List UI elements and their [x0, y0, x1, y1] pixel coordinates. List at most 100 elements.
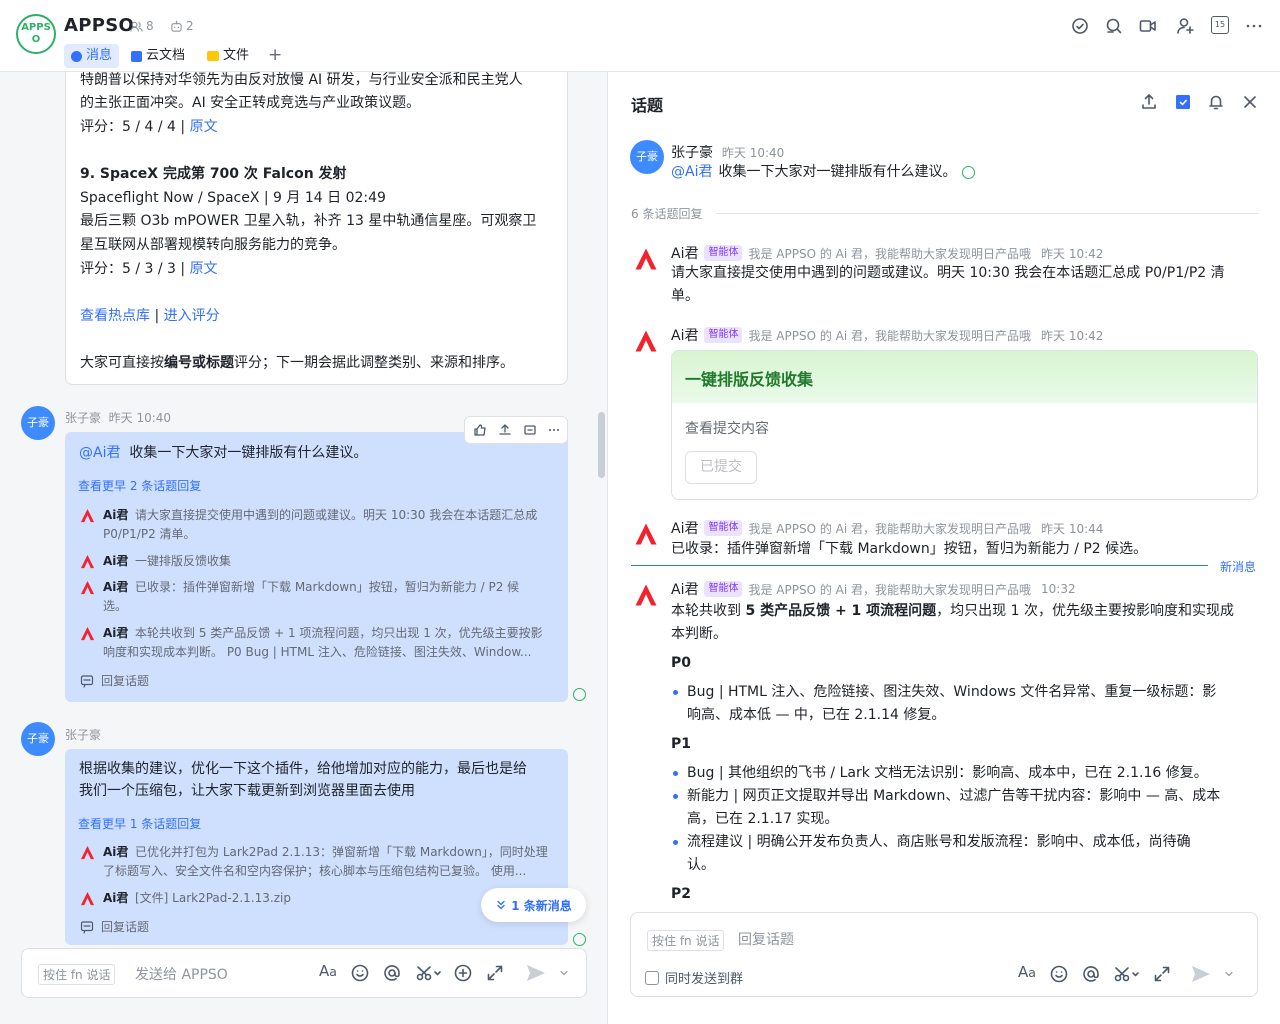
- ai-bot-icon: [634, 583, 658, 607]
- members-icon: [130, 21, 143, 32]
- close-icon[interactable]: [1241, 93, 1259, 111]
- timestamp: 昨天 10:42: [1041, 328, 1104, 343]
- tab-files[interactable]: 文件: [200, 44, 256, 68]
- chevron-down-icon[interactable]: [559, 968, 569, 978]
- evaluate-link[interactable]: 进入评分: [164, 308, 220, 324]
- bell-icon[interactable]: [1207, 93, 1225, 111]
- search-chat-icon[interactable]: [1104, 16, 1124, 36]
- add-tab-button[interactable]: +: [268, 45, 282, 65]
- composer-placeholder[interactable]: 回复话题: [738, 929, 794, 949]
- source-link[interactable]: 原文: [190, 261, 218, 277]
- reply-text: 了标题写入、安全文件名和空内容保护；核心脚本与压缩包结构已复验。 使用...: [103, 864, 527, 878]
- reply-topic-button[interactable]: 回复话题: [80, 672, 149, 689]
- bot-reply-header: Ai君 智能体 我是 APPSO 的 Ai 君，我能帮助大家发现明日产品哦 10:32: [671, 579, 1076, 599]
- sender-line: 张子豪 昨天 10:40: [671, 145, 785, 161]
- send-icon[interactable]: [525, 963, 547, 983]
- list-item: Bug | 其他组织的飞书 / Lark 文档无法识别：影响高、成本中，已在 2…: [671, 762, 1261, 785]
- group-title[interactable]: APPSO: [64, 15, 134, 36]
- screenshot-icon[interactable]: [415, 963, 443, 983]
- item-title: 9. SpaceX 完成第 700 次 Falcon 发射: [80, 166, 347, 182]
- message-text: 我们一个压缩包，让大家下载更新到浏览器里面去使用: [79, 783, 415, 799]
- new-message-pill[interactable]: 1 条新消息: [481, 888, 586, 922]
- more-icon[interactable]: [1244, 16, 1264, 36]
- ai-bot-icon: [634, 329, 658, 353]
- view-earlier-replies[interactable]: 查看更早 2 条话题回复: [78, 477, 201, 494]
- expand-icon[interactable]: [485, 963, 505, 983]
- view-earlier-replies[interactable]: 查看更早 1 条话题回复: [78, 815, 201, 832]
- card-footer: 大家可直接按编号或标题评分；下一期会据此调整类别、来源和排序。: [80, 355, 514, 371]
- expand-icon[interactable]: [1152, 964, 1172, 984]
- bot-name: Ai君: [103, 580, 129, 594]
- score-line: 评分：5 / 4 / 4 | 原文: [80, 119, 218, 135]
- emoji-icon[interactable]: [350, 963, 370, 983]
- member-count[interactable]: 8: [130, 19, 154, 33]
- message-text: @Ai君 收集一下大家对一键排版有什么建议。: [79, 445, 368, 461]
- video-call-icon[interactable]: [1138, 16, 1158, 36]
- reply-text: 本轮共收到 5 类产品反馈 + 1 项流程问题，均只出现 1 次，优先级主要按影: [135, 626, 543, 640]
- composer-placeholder[interactable]: 发送给 APPSO: [135, 964, 228, 984]
- message-list[interactable]: 特朗普以保持对华领先为由反对放慢 AI 研发，与行业安全派和民主党人 的主张正面…: [0, 72, 608, 1024]
- avatar[interactable]: 子豪: [630, 140, 664, 174]
- reply-text: 选。: [103, 599, 128, 613]
- bot-name[interactable]: Ai君: [671, 518, 698, 538]
- bookmark-icon[interactable]: [1174, 93, 1192, 111]
- bot-description: 我是 APPSO 的 Ai 君，我能帮助大家发现明日产品哦: [748, 521, 1032, 536]
- bot-description: 我是 APPSO 的 Ai 君，我能帮助大家发现明日产品哦: [748, 328, 1032, 343]
- double-chevron-down-icon: [497, 900, 505, 910]
- bot-name[interactable]: Ai君: [671, 325, 698, 345]
- add-icon[interactable]: [453, 963, 473, 983]
- format-icon[interactable]: Aa: [319, 962, 337, 980]
- bot-name[interactable]: Ai君: [671, 243, 698, 263]
- submitted-button[interactable]: 已提交: [685, 451, 757, 484]
- folder-icon: [207, 51, 219, 61]
- also-send-to-group[interactable]: 同时发送到群: [645, 968, 743, 987]
- scrollbar-thumb[interactable]: [598, 412, 605, 478]
- source-link[interactable]: 原文: [190, 119, 218, 135]
- ai-bot-icon: [80, 626, 95, 641]
- meeting-icon[interactable]: [1070, 16, 1090, 36]
- thread-composer[interactable]: 按住 fn 说话 回复话题 同时发送到群 Aa: [630, 912, 1258, 997]
- voice-hint[interactable]: 按住 fn 说话: [38, 964, 116, 985]
- voice-hint[interactable]: 按住 fn 说话: [647, 930, 725, 951]
- tab-docs[interactable]: 云文档: [124, 44, 192, 68]
- reply-topic-button[interactable]: 回复话题: [80, 918, 149, 935]
- format-icon[interactable]: Aa: [1018, 963, 1036, 981]
- screenshot-icon[interactable]: [1113, 964, 1141, 984]
- comment-icon: [80, 920, 94, 934]
- timestamp: 10:32: [1041, 582, 1076, 596]
- reply-icon[interactable]: [523, 423, 537, 437]
- item-meta: Spaceflight Now / SpaceX | 9 月 14 日 02:4…: [80, 190, 386, 206]
- avatar[interactable]: 子豪: [21, 722, 55, 756]
- avatar[interactable]: 子豪: [21, 406, 55, 440]
- share-icon[interactable]: [498, 423, 512, 437]
- reply-text: 已优化并打包为 Lark2Pad 2.1.13：弹窗新增「下载 Markdown…: [135, 845, 548, 859]
- bot-message: 请大家直接提交使用中遇到的问题或建议。明天 10:30 我会在本话题汇总成 P0…: [671, 265, 1225, 281]
- thumbs-up-icon[interactable]: [473, 423, 487, 437]
- send-icon[interactable]: [1190, 964, 1212, 984]
- calendar-icon[interactable]: 15: [1211, 16, 1229, 34]
- sender-name: 张子豪: [65, 728, 102, 742]
- reply-text: 响度和实现成本判断。 P0 Bug | HTML 注入、危险链接、图注失效、Wi…: [103, 645, 532, 659]
- score-line: 评分：5 / 3 / 3 | 原文: [80, 261, 218, 277]
- share-icon[interactable]: [1140, 93, 1158, 111]
- bot-reply-header: Ai君 智能体 我是 APPSO 的 Ai 君，我能帮助大家发现明日产品哦 昨天 10…: [671, 243, 1103, 263]
- more-icon[interactable]: [547, 423, 561, 437]
- add-member-icon[interactable]: [1176, 16, 1196, 36]
- summary-message: 本轮共收到 5 类产品反馈 + 1 项流程问题，均只出现 1 次，优先级主要按影…: [671, 600, 1261, 910]
- emoji-icon[interactable]: [1049, 964, 1069, 984]
- checkbox[interactable]: [645, 970, 659, 985]
- hot-library-link[interactable]: 查看热点库: [80, 308, 150, 324]
- bot-name[interactable]: Ai君: [671, 579, 698, 599]
- bot-reply-header: Ai君 智能体 我是 APPSO 的 Ai 君，我能帮助大家发现明日产品哦 昨天 10…: [671, 325, 1103, 345]
- bot-count[interactable]: 2: [170, 19, 194, 33]
- ai-bot-icon: [80, 554, 95, 569]
- mention-icon[interactable]: [1081, 964, 1101, 984]
- chat-header: APPSO APPSO 8 2 消息 云文档 文件 + 15: [0, 0, 1280, 72]
- tab-messages[interactable]: 消息: [64, 44, 120, 68]
- chevron-down-icon[interactable]: [1224, 969, 1234, 979]
- group-avatar[interactable]: APPSO: [16, 14, 56, 54]
- mention-icon[interactable]: [382, 963, 402, 983]
- list-item: Bug | HTML 注入、危险链接、图注失效、Windows 文件名异常、重复…: [671, 681, 1261, 727]
- message-composer[interactable]: 按住 fn 说话 发送给 APPSO Aa: [21, 948, 587, 998]
- new-message-divider: [631, 565, 1208, 566]
